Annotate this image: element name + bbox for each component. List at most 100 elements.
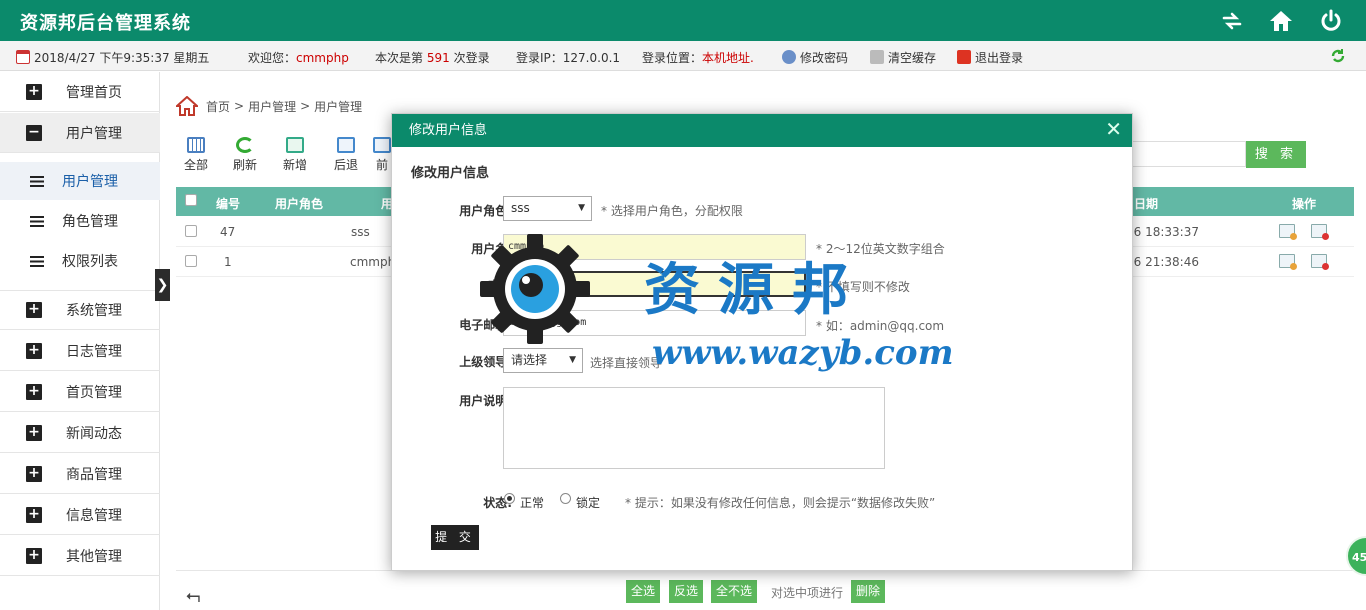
back-arrow-icon[interactable]: ⮢	[186, 585, 200, 606]
sidebar-item-user-management[interactable]: − 用户管理	[0, 113, 160, 153]
sidebar-item-products[interactable]: + 商品管理	[0, 454, 160, 494]
plus-icon: +	[26, 465, 42, 482]
search-button[interactable]: 搜 索	[1246, 141, 1306, 168]
sidebar-subitem-roles[interactable]: 角色管理	[0, 202, 160, 240]
bottom-action-bar: ⮢ 全选 反选 全不选 对选中项进行 删除	[176, 570, 1354, 610]
plus-icon: +	[26, 302, 42, 318]
sidebar-item-news[interactable]: + 新闻动态	[0, 413, 160, 453]
welcome-text: 欢迎您：cmmphp	[248, 51, 349, 65]
grid-icon	[187, 137, 205, 153]
add-icon	[286, 137, 304, 153]
login-location-text: 登录位置：本机地址.	[642, 51, 754, 65]
role-hint: * 选择用户角色，分配权限	[601, 204, 743, 218]
clear-cache-link[interactable]: 清空缓存	[870, 49, 936, 66]
info-bar: 2018/4/27 下午9:35:37 星期五 欢迎您：cmmphp 本次是第 …	[0, 41, 1366, 71]
select-all-button[interactable]: 全选	[626, 580, 661, 603]
dialog-title: 修改用户信息	[392, 114, 1132, 147]
submit-button[interactable]: 提 交	[431, 525, 479, 550]
refresh-button[interactable]: 刷新	[225, 137, 265, 173]
edit-icon[interactable]	[1279, 224, 1297, 240]
home-icon[interactable]	[174, 95, 200, 116]
invert-selection-button[interactable]: 反选	[669, 580, 704, 603]
breadcrumb: 首页 > 用户管理 > 用户管理	[174, 95, 363, 116]
role-label: 用户角色:	[459, 204, 512, 218]
edit-icon[interactable]	[1279, 254, 1297, 270]
breadcrumb-item[interactable]: 首页	[206, 98, 230, 115]
forward-button[interactable]: 前	[373, 137, 391, 173]
dialog-subtitle: 修改用户信息	[411, 166, 490, 181]
delete-icon[interactable]	[1311, 254, 1329, 270]
calendar-icon	[16, 50, 30, 64]
plus-icon: +	[26, 424, 42, 441]
swap-icon[interactable]	[1218, 7, 1246, 35]
current-username: cmmphp	[296, 51, 349, 65]
delete-icon[interactable]	[1311, 224, 1329, 240]
forward-icon	[373, 137, 391, 153]
breadcrumb-item[interactable]: 用户管理	[248, 98, 296, 115]
show-all-button[interactable]: 全部	[176, 137, 216, 173]
user-key-icon	[782, 50, 796, 64]
datetime: 2018/4/27 下午9:35:37 星期五	[16, 49, 209, 66]
sidebar-toggle-button[interactable]: ❯	[155, 269, 170, 301]
minus-icon: −	[26, 124, 42, 141]
sidebar-item-home[interactable]: + 管理首页	[0, 72, 160, 112]
home-icon[interactable]	[1267, 7, 1295, 35]
sidebar: + 管理首页 − 用户管理 用户管理 角色管理 权限列表 + 系统管理 + 日志管理 +…	[0, 72, 160, 610]
watermark-text: 资源邦	[644, 257, 866, 323]
description-label: 用户说明:	[459, 394, 512, 408]
power-icon[interactable]	[1317, 7, 1345, 35]
status-label: 状态:	[483, 496, 512, 510]
bulk-delete-button[interactable]: 删除	[851, 580, 886, 603]
select-all-checkbox[interactable]	[185, 194, 197, 206]
sidebar-item-logs[interactable]: + 日志管理	[0, 331, 160, 371]
plus-icon: +	[26, 506, 42, 523]
status-locked-radio[interactable]	[560, 493, 571, 504]
logout-icon	[957, 50, 971, 64]
caret-down-icon: ▼	[578, 203, 585, 213]
broom-icon	[870, 50, 884, 64]
list-icon	[30, 255, 44, 267]
logout-link[interactable]: 退出登录	[957, 49, 1023, 66]
sidebar-item-homepage[interactable]: + 首页管理	[0, 372, 160, 412]
status-locked-label: 锁定	[576, 496, 601, 510]
leader-select[interactable]: 请选择 ▼	[503, 348, 583, 373]
description-textarea[interactable]	[503, 387, 885, 469]
change-password-link[interactable]: 修改密码	[782, 49, 848, 66]
top-header: 资源邦后台管理系统	[0, 0, 1366, 41]
list-icon	[30, 175, 44, 187]
refresh-icon	[236, 137, 254, 153]
sidebar-item-other[interactable]: + 其他管理	[0, 536, 160, 576]
select-none-button[interactable]: 全不选	[711, 580, 758, 603]
login-count-text: 本次是第 591 次登录	[375, 51, 490, 65]
bulk-action-text: 对选中项进行	[771, 586, 844, 600]
plus-icon: +	[26, 83, 42, 100]
login-count: 591	[426, 51, 450, 65]
back-icon	[337, 137, 355, 153]
app-title: 资源邦后台管理系统	[20, 13, 191, 34]
sidebar-subitem-permissions[interactable]: 权限列表	[0, 242, 160, 280]
status-normal-radio[interactable]	[504, 493, 515, 504]
gear-logo-icon	[476, 230, 594, 348]
row-checkbox[interactable]	[185, 225, 197, 237]
back-button[interactable]: 后退	[326, 137, 366, 173]
status-hint: * 提示：如果没有修改任何信息，则会提示“数据修改失败”	[625, 496, 936, 510]
caret-down-icon: ▼	[569, 355, 576, 365]
leader-label: 上级领导:	[459, 355, 512, 369]
status-normal-label: 正常	[520, 496, 545, 510]
plus-icon: +	[26, 342, 42, 359]
row-checkbox[interactable]	[185, 255, 197, 267]
sidebar-item-system[interactable]: + 系统管理	[0, 290, 160, 330]
plus-icon: +	[26, 383, 42, 400]
breadcrumb-item: 用户管理	[314, 99, 363, 114]
add-button[interactable]: 新增	[275, 137, 315, 173]
watermark-url: www.wazyb.com	[652, 333, 954, 373]
close-icon[interactable]: ✕	[1105, 117, 1122, 141]
list-icon	[30, 215, 44, 227]
search-input[interactable]	[1126, 141, 1246, 167]
refresh-icon[interactable]	[1330, 48, 1346, 67]
sidebar-item-info[interactable]: + 信息管理	[0, 495, 160, 535]
sidebar-subitem-users[interactable]: 用户管理	[0, 162, 160, 200]
role-select[interactable]: sss ▼	[503, 196, 592, 221]
login-ip-text: 登录IP：127.0.0.1	[516, 51, 621, 65]
plus-icon: +	[26, 547, 42, 564]
